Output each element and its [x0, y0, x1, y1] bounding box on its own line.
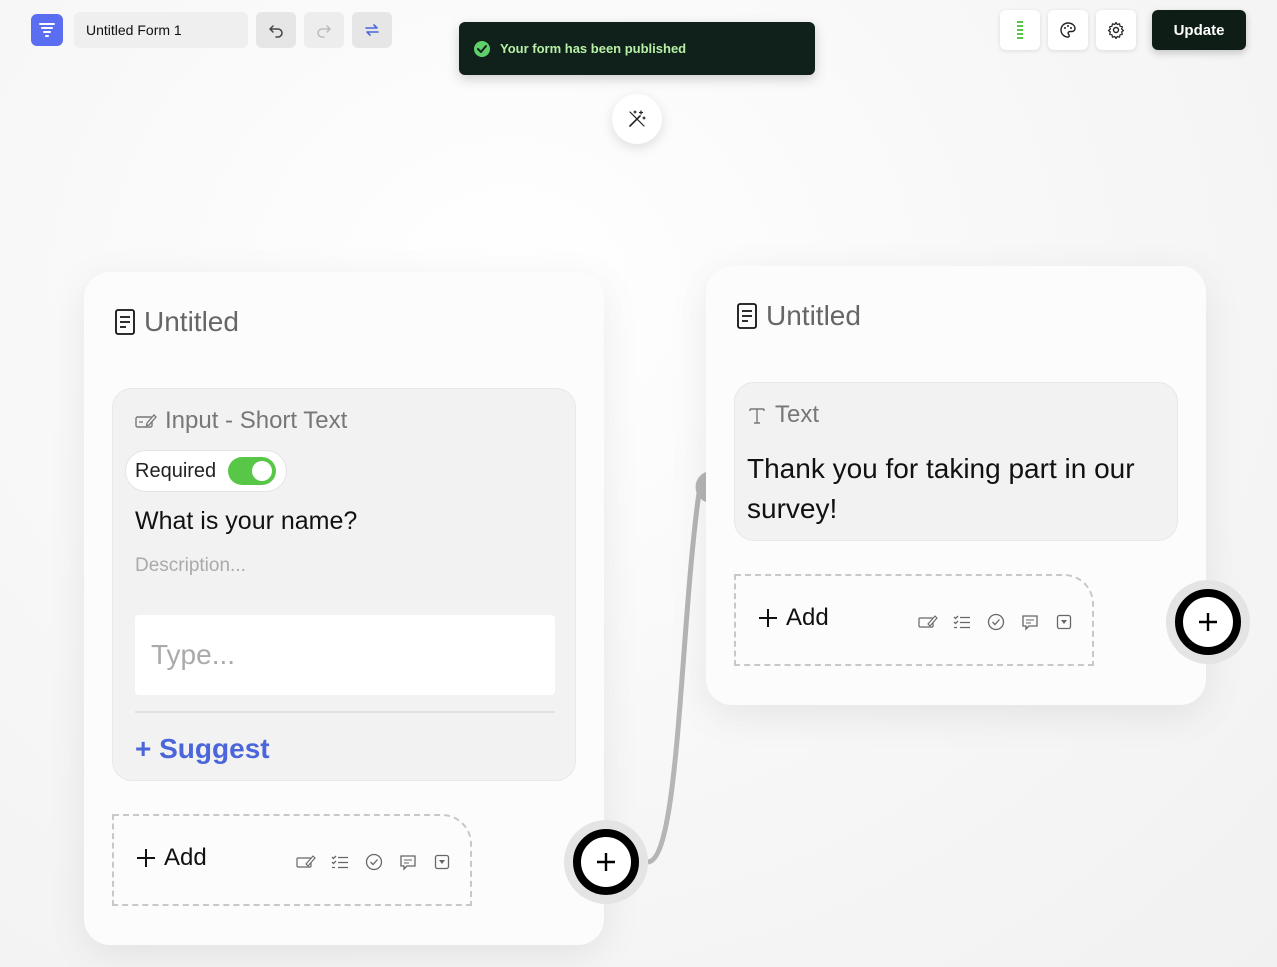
plus-icon	[759, 609, 777, 627]
responses-button[interactable]	[1000, 10, 1040, 50]
required-toggle[interactable]: Required	[125, 450, 287, 492]
toast-message: Your form has been published	[500, 41, 687, 56]
add-button[interactable]: Add	[136, 844, 207, 872]
text-type-icon	[749, 408, 765, 424]
logo-icon	[39, 23, 55, 37]
redo-button[interactable]	[304, 12, 344, 48]
check-circle-icon[interactable]	[986, 612, 1006, 632]
plus-icon	[137, 849, 155, 867]
add-block-bar[interactable]: Add	[112, 814, 472, 906]
question-text[interactable]: What is your name?	[135, 507, 357, 536]
block-type-label: Text	[747, 401, 819, 429]
gear-icon	[1107, 21, 1125, 39]
input-icon[interactable]	[296, 852, 316, 872]
add-label: Add	[786, 604, 829, 631]
checklist-icon[interactable]	[330, 852, 350, 872]
plus-icon	[597, 853, 615, 871]
palette-icon	[1060, 22, 1076, 38]
page-title[interactable]: Untitled	[736, 300, 861, 332]
page-title-text: Untitled	[766, 300, 861, 331]
update-button[interactable]: Update	[1152, 10, 1246, 50]
input-edit-icon	[135, 414, 157, 428]
text-block-content[interactable]: Thank you for taking part in our survey!	[747, 449, 1147, 529]
magic-wand-icon	[629, 110, 646, 127]
block-type-text: Text	[775, 401, 820, 428]
add-button[interactable]: Add	[758, 604, 829, 632]
divider	[135, 711, 555, 713]
undo-button[interactable]	[256, 12, 296, 48]
redo-icon	[317, 25, 331, 38]
form-title-input[interactable]: Untitled Form 1	[74, 12, 248, 48]
text-block[interactable]: Text Thank you for taking part in our su…	[734, 382, 1178, 541]
logo-button[interactable]	[31, 14, 63, 46]
document-icon	[115, 309, 135, 335]
dropdown-icon[interactable]	[432, 852, 452, 872]
settings-button[interactable]	[1096, 10, 1136, 50]
page-title[interactable]: Untitled	[114, 306, 239, 338]
required-label: Required	[135, 459, 217, 482]
link-button[interactable]	[352, 12, 392, 48]
add-page-node[interactable]	[1166, 580, 1250, 664]
add-type-icons	[296, 852, 452, 872]
magic-wand-button[interactable]	[612, 94, 662, 144]
add-label: Add	[164, 844, 207, 871]
answer-input[interactable]: Type...	[135, 615, 555, 695]
suggest-button[interactable]: + Suggest	[135, 733, 270, 765]
bars-icon	[1017, 21, 1023, 39]
description-field[interactable]: Description...	[135, 555, 246, 577]
required-switch[interactable]	[228, 457, 277, 485]
link-swap-icon	[365, 24, 379, 36]
question-block[interactable]: Input - Short Text Required What is your…	[112, 388, 576, 781]
comment-icon[interactable]	[1020, 612, 1040, 632]
block-type-text: Input - Short Text	[165, 407, 348, 434]
add-block-bar[interactable]: Add	[734, 574, 1094, 666]
theme-button[interactable]	[1048, 10, 1088, 50]
check-circle-icon[interactable]	[364, 852, 384, 872]
document-icon	[737, 303, 757, 329]
add-type-icons	[918, 612, 1074, 632]
publish-toast: Your form has been published	[459, 22, 815, 75]
block-type-label: Input - Short Text	[135, 407, 347, 435]
undo-icon	[269, 25, 283, 38]
page-title-text: Untitled	[144, 306, 239, 337]
comment-icon[interactable]	[398, 852, 418, 872]
input-icon[interactable]	[918, 612, 938, 632]
add-page-node[interactable]	[564, 820, 648, 904]
dropdown-icon[interactable]	[1054, 612, 1074, 632]
check-circle-icon	[474, 40, 490, 57]
checklist-icon[interactable]	[952, 612, 972, 632]
form-page-card: Untitled Input - Short Text Required Wha…	[84, 272, 604, 945]
thank-you-page-card: Untitled Text Thank you for taking part …	[706, 266, 1206, 705]
plus-icon	[1199, 613, 1217, 631]
